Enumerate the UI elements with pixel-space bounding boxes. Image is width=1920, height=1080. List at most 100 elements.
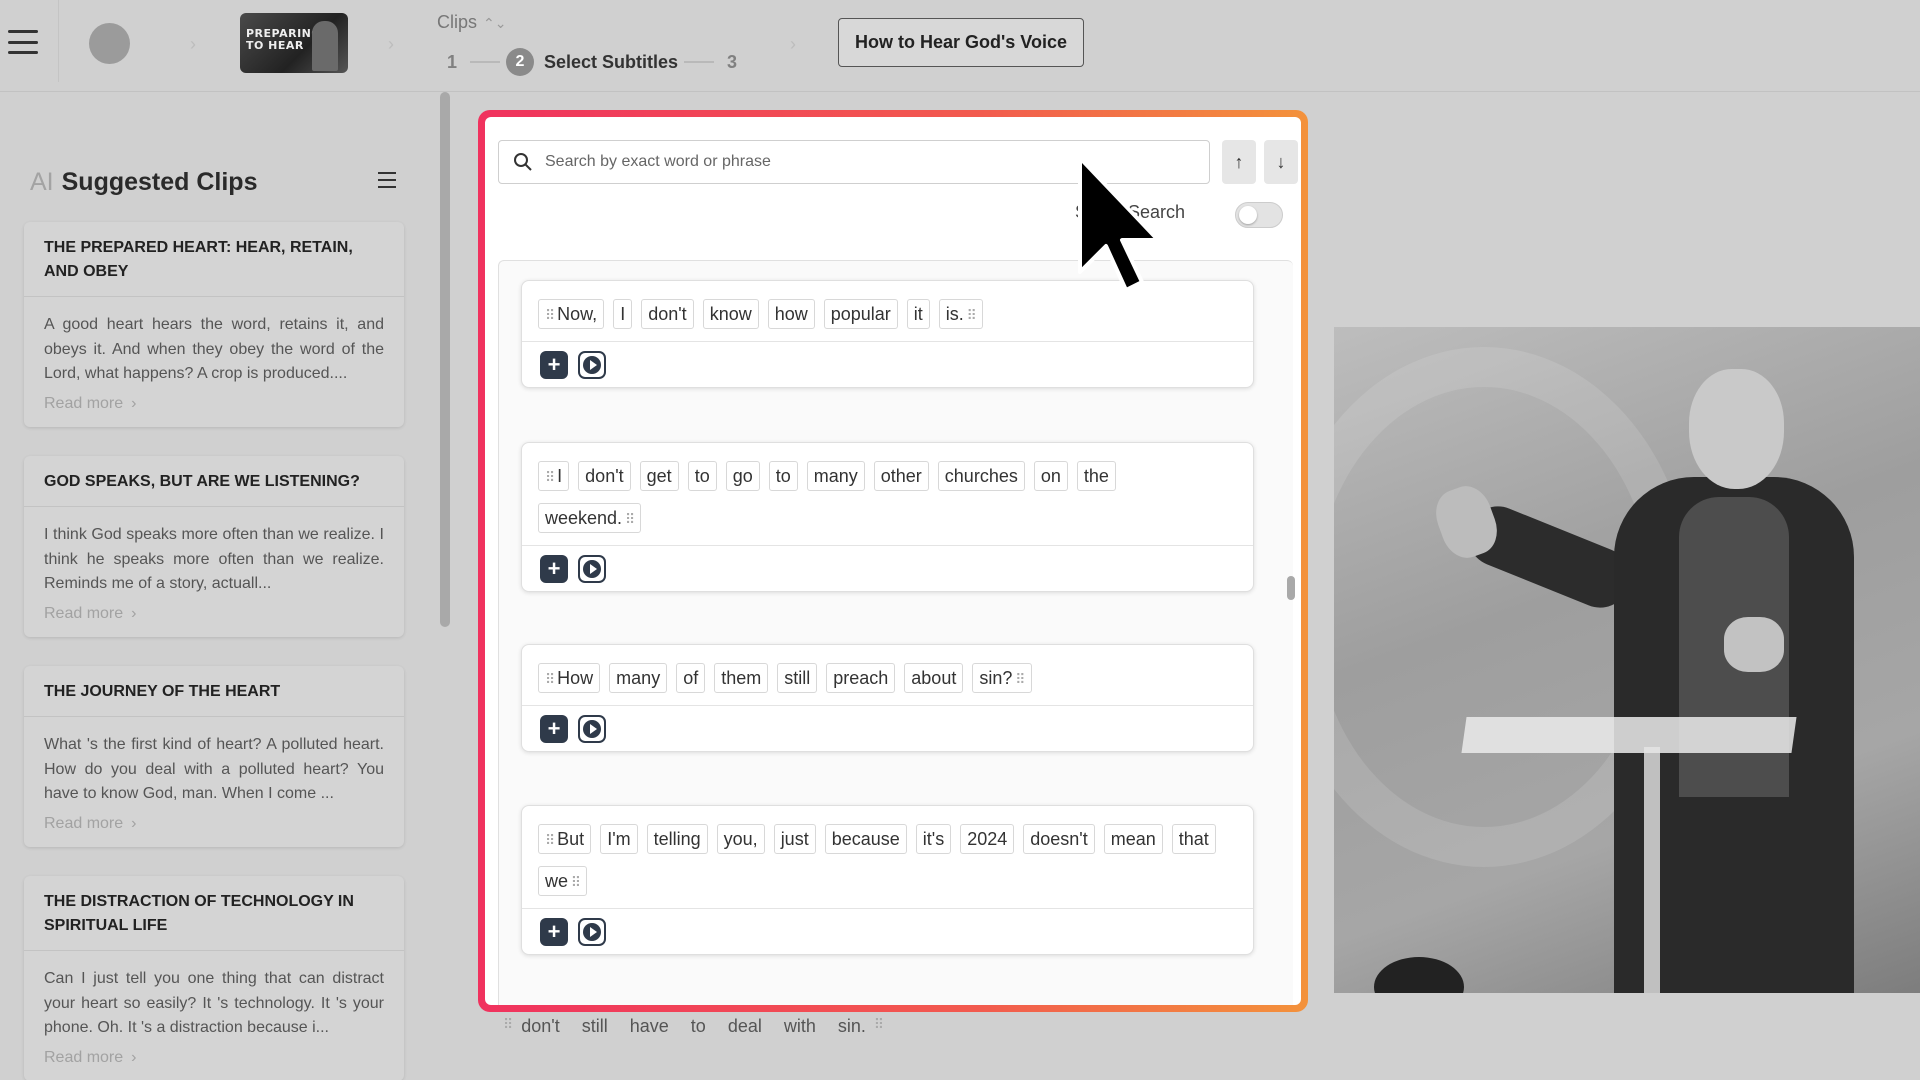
title-button[interactable]: How to Hear God's Voice [838, 18, 1084, 67]
word-chip[interactable]: know [702, 299, 759, 329]
subtitle-segment[interactable]: ⠿ I don't get to go to many other church… [521, 442, 1254, 592]
word-chip[interactable]: preach [826, 663, 896, 693]
drag-handle-icon[interactable]: ⠿ [874, 1016, 884, 1037]
stepper: 1 2 Select Subtitles 3 [440, 48, 744, 76]
word-chip[interactable]: 2024 [960, 824, 1015, 854]
word-chip[interactable]: I'm [600, 824, 638, 854]
word-chip[interactable]: churches [937, 461, 1025, 491]
drag-handle-icon[interactable]: ⠿ [1012, 671, 1025, 687]
play-segment-button[interactable] [578, 714, 606, 743]
word-chip[interactable]: is. ⠿ [938, 299, 983, 329]
read-more-link[interactable]: Read more › [24, 807, 404, 847]
word-chip[interactable]: ⠿ I [538, 461, 570, 491]
drag-handle-icon[interactable]: ⠿ [568, 874, 581, 890]
clip-card[interactable]: THE DISTRACTION OF TECHNOLOGY IN SPIRITU… [24, 876, 404, 1080]
word-chip[interactable]: don't [578, 461, 631, 491]
play-segment-button[interactable] [578, 554, 606, 583]
word-chip[interactable]: have [630, 1016, 669, 1037]
step-1-number[interactable]: 1 [440, 52, 464, 73]
clip-card[interactable]: THE JOURNEY OF THE HEART What 's the fir… [24, 666, 404, 847]
sidebar-scrollbar[interactable] [440, 92, 450, 627]
word-chip[interactable]: on [1033, 461, 1068, 491]
step-3-number[interactable]: 3 [720, 52, 744, 73]
word-chip[interactable]: still [582, 1016, 608, 1037]
video-figure-head [1689, 369, 1784, 489]
word-chip[interactable]: because [824, 824, 907, 854]
add-segment-button[interactable]: + [540, 350, 568, 379]
clip-card[interactable]: THE PREPARED HEART: HEAR, RETAIN, AND OB… [24, 222, 404, 427]
drag-handle-icon[interactable]: ⠿ [545, 671, 557, 687]
heading-text: Suggested Clips [61, 168, 258, 196]
subtitle-segment[interactable]: ⠿ How many of them still preach about si… [521, 644, 1254, 752]
smart-search-toggle[interactable] [1235, 202, 1283, 228]
search-input[interactable] [545, 153, 1105, 171]
word-chip[interactable]: get [639, 461, 679, 491]
read-more-link[interactable]: Read more › [24, 1041, 404, 1080]
add-segment-button[interactable]: + [540, 554, 568, 583]
word-chip[interactable]: weekend. ⠿ [538, 503, 642, 533]
word-chip[interactable]: ⠿ But [538, 824, 592, 854]
drag-handle-icon[interactable]: ⠿ [545, 469, 557, 485]
word-chip[interactable]: popular [823, 299, 898, 329]
add-segment-button[interactable]: + [540, 714, 568, 743]
word-chip[interactable]: the [1076, 461, 1116, 491]
word-chip[interactable]: don't [641, 299, 694, 329]
word-chip[interactable]: sin? ⠿ [972, 663, 1032, 693]
play-segment-button[interactable] [578, 917, 606, 946]
drag-handle-icon[interactable]: ⠿ [545, 307, 557, 323]
segment-actions: + [522, 908, 1253, 954]
word-chip[interactable]: telling [646, 824, 708, 854]
word-chip[interactable]: them [714, 663, 769, 693]
word-chip[interactable]: sin. [838, 1016, 866, 1037]
clips-selector[interactable]: Clips ⌃⌄ [437, 12, 506, 33]
word-chip[interactable]: still [777, 663, 818, 693]
video-figure-hand [1724, 617, 1784, 672]
word-chip[interactable]: I [613, 299, 633, 329]
avatar[interactable] [89, 23, 130, 64]
word-chip[interactable]: of [676, 663, 706, 693]
arrow-up-button[interactable]: ↑ [1222, 140, 1256, 184]
read-more-link[interactable]: Read more › [24, 387, 404, 427]
subtitle-segment[interactable]: ⠿ Now, I don't know how popular it is. ⠿… [521, 280, 1254, 388]
arrow-down-button[interactable]: ↓ [1264, 140, 1298, 184]
clip-card[interactable]: GOD SPEAKS, BUT ARE WE LISTENING? I thin… [24, 456, 404, 637]
word-chip[interactable]: deal [728, 1016, 762, 1037]
word-chip[interactable]: don't [521, 1016, 559, 1037]
word-chip[interactable]: we ⠿ [538, 866, 588, 896]
word-chip[interactable]: many [609, 663, 668, 693]
word-chip[interactable]: how [767, 299, 815, 329]
word-chip[interactable]: you, [716, 824, 765, 854]
word-chip[interactable]: that [1171, 824, 1216, 854]
word-chip[interactable]: to [691, 1016, 706, 1037]
word-chip[interactable]: go [725, 461, 760, 491]
play-icon [583, 355, 601, 374]
word-chip[interactable]: about [904, 663, 964, 693]
word-chip[interactable]: it's [915, 824, 952, 854]
add-segment-button[interactable]: + [540, 917, 568, 946]
video-preview[interactable] [1334, 327, 1920, 993]
clip-card-text: Can I just tell you one thing that can d… [44, 970, 384, 1036]
list-menu-icon[interactable] [378, 172, 396, 188]
play-segment-button[interactable] [578, 350, 606, 379]
word-chip[interactable]: other [873, 461, 929, 491]
word-chip[interactable]: many [806, 461, 865, 491]
subtitle-segment[interactable]: ⠿ But I'm telling you, just because it's… [521, 805, 1254, 955]
segment-list-scrollbar[interactable] [1287, 576, 1295, 600]
word-chip[interactable]: doesn't [1023, 824, 1095, 854]
drag-handle-icon[interactable]: ⠿ [545, 832, 557, 848]
drag-handle-icon[interactable]: ⠿ [964, 307, 977, 323]
step-2-number[interactable]: 2 [506, 48, 534, 76]
word-chip[interactable]: just [773, 824, 816, 854]
word-chip[interactable]: with [784, 1016, 816, 1037]
menu-icon[interactable] [8, 28, 38, 56]
sermon-thumbnail[interactable]: PREPARING TO HEAR [240, 13, 348, 73]
drag-handle-icon[interactable]: ⠿ [622, 511, 635, 527]
word-chip[interactable]: it [906, 299, 930, 329]
word-chip[interactable]: to [768, 461, 798, 491]
read-more-link[interactable]: Read more › [24, 597, 404, 637]
word-chip[interactable]: ⠿ Now, [538, 299, 605, 329]
word-chip[interactable]: to [687, 461, 717, 491]
drag-handle-icon[interactable]: ⠿ [503, 1016, 513, 1037]
word-chip[interactable]: ⠿ How [538, 663, 601, 693]
word-chip[interactable]: mean [1103, 824, 1163, 854]
